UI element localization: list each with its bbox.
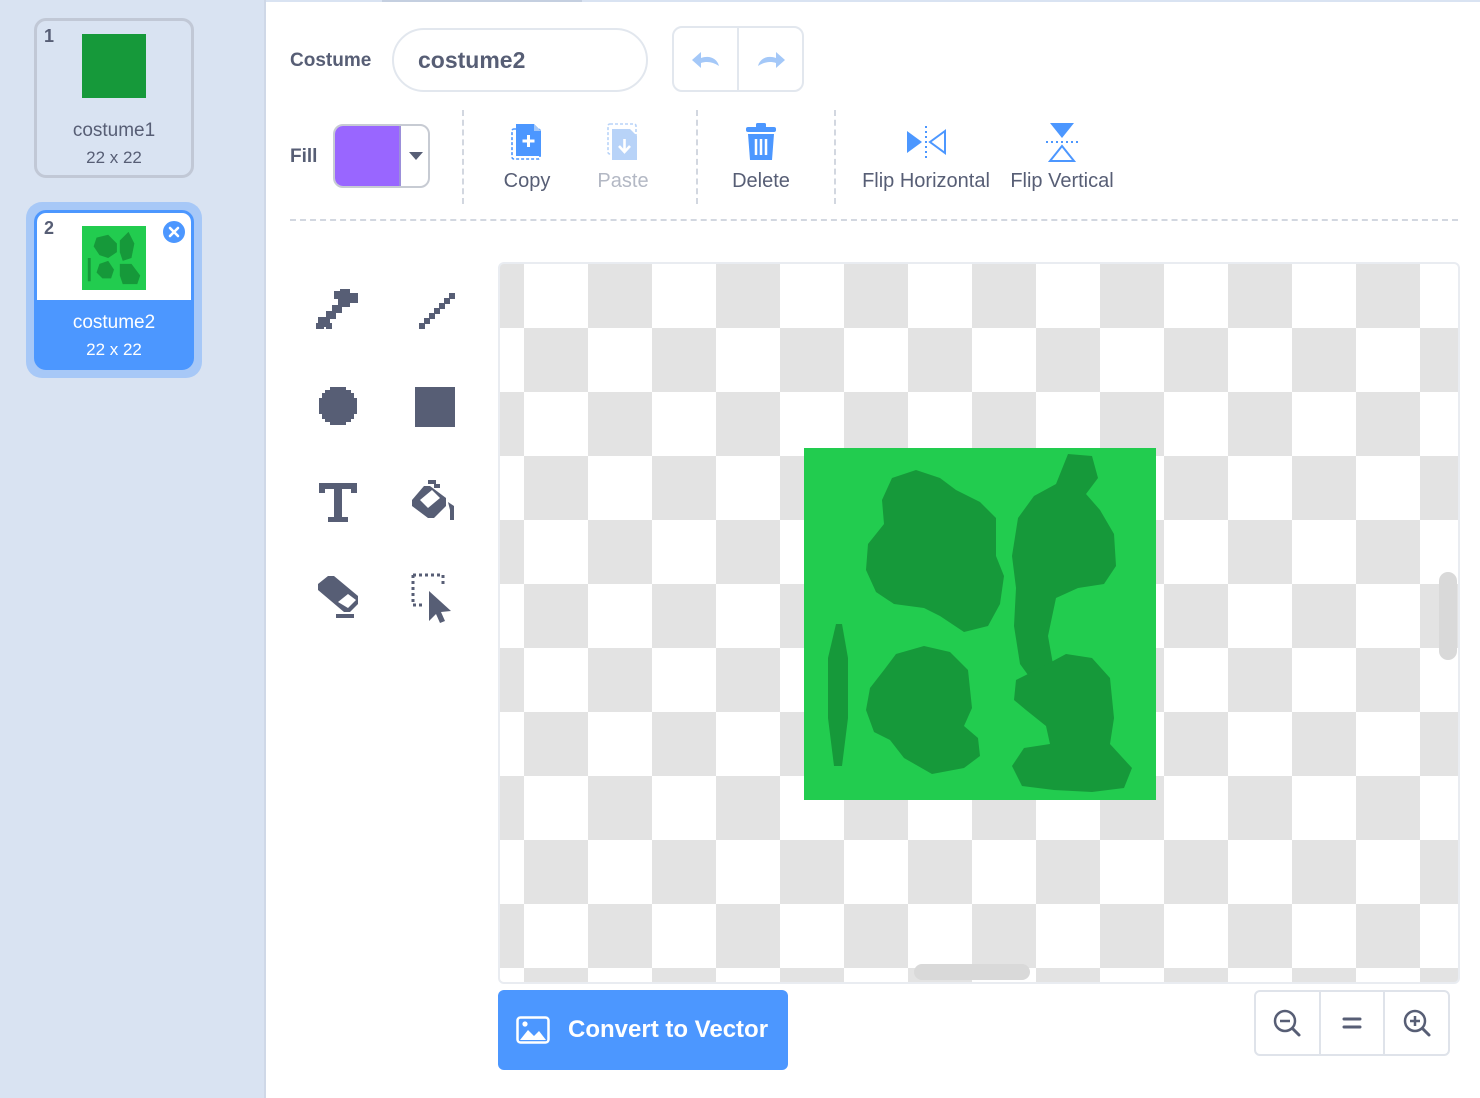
- eraser-icon: [318, 576, 358, 618]
- redo-icon: [757, 52, 785, 68]
- line-tool[interactable]: [404, 280, 464, 340]
- fill-color-swatch: [335, 126, 401, 186]
- flip-horizontal-label: Flip Horizontal: [862, 170, 990, 192]
- image-icon: [516, 1016, 550, 1044]
- fill-tool[interactable]: [404, 472, 464, 532]
- flip-horizontal-button[interactable]: Flip Horizontal: [862, 118, 990, 193]
- costume-number: 2: [44, 218, 55, 238]
- undo-button[interactable]: [674, 28, 737, 90]
- zoom-out-button[interactable]: [1256, 992, 1319, 1054]
- circle-icon: [319, 387, 357, 425]
- paste-label: Paste: [597, 170, 649, 192]
- costume-number: 1: [44, 26, 55, 46]
- paste-button[interactable]: Paste: [592, 118, 654, 193]
- redo-button[interactable]: [737, 28, 802, 90]
- paste-icon: [607, 123, 637, 160]
- costume-item-2[interactable]: 2 costume2 22 x 22: [34, 210, 194, 370]
- eraser-tool[interactable]: [308, 568, 368, 628]
- costume-name: costume2: [72, 312, 156, 333]
- divider: [462, 110, 464, 204]
- fill-label: Fill: [290, 146, 318, 167]
- flip-vertical-button[interactable]: Flip Vertical: [1010, 118, 1114, 193]
- trash-icon: [746, 123, 776, 160]
- zoom-out-icon: [1274, 1009, 1301, 1037]
- costume-name-input[interactable]: costume2: [392, 28, 648, 92]
- brush-icon: [316, 289, 358, 329]
- copy-icon: [511, 124, 541, 160]
- zoom-in-icon: [1403, 1009, 1431, 1037]
- costume-thumbnail: [82, 226, 146, 290]
- undo-icon: [691, 52, 719, 68]
- text-tool[interactable]: [308, 472, 368, 532]
- costume-thumbnail: [82, 34, 146, 98]
- flip-vertical-icon: [1046, 123, 1078, 162]
- divider: [834, 110, 836, 204]
- convert-label: Convert to Vector: [568, 1016, 769, 1043]
- divider: [696, 110, 698, 204]
- copy-button[interactable]: Copy: [496, 118, 558, 193]
- zoom-in-button[interactable]: [1383, 992, 1448, 1054]
- close-icon: [168, 226, 180, 238]
- text-icon: [319, 483, 357, 522]
- select-icon: [411, 573, 451, 623]
- delete-label: Delete: [732, 170, 790, 192]
- costume-label: Costume: [290, 50, 372, 71]
- equals-icon: [1342, 1017, 1362, 1029]
- paint-canvas[interactable]: [498, 262, 1460, 984]
- costume-size: 22 x 22: [86, 148, 142, 167]
- chevron-down-icon: [409, 152, 423, 160]
- rectangle-tool[interactable]: [404, 376, 464, 436]
- rectangle-icon: [415, 387, 455, 427]
- costume-item-1[interactable]: 1 costume1 22 x 22: [34, 18, 194, 178]
- horizontal-scrollbar[interactable]: [914, 964, 1030, 980]
- circle-tool[interactable]: [308, 376, 368, 436]
- vertical-scrollbar[interactable]: [1439, 572, 1457, 660]
- costume-name: costume1: [72, 120, 156, 141]
- flip-vertical-label: Flip Vertical: [1010, 170, 1114, 192]
- zoom-reset-button[interactable]: [1318, 992, 1384, 1054]
- fill-color-picker[interactable]: [333, 124, 430, 188]
- fill-icon: [412, 480, 454, 520]
- brush-tool[interactable]: [308, 280, 368, 340]
- delete-costume-button[interactable]: [161, 219, 187, 245]
- copy-label: Copy: [503, 170, 551, 192]
- line-icon: [419, 293, 455, 329]
- convert-to-vector-button[interactable]: Convert to Vector: [498, 990, 788, 1070]
- zoom-controls: [1254, 990, 1450, 1056]
- undo-redo-group: [672, 26, 804, 92]
- flip-horizontal-icon: [907, 126, 946, 158]
- costume-artwork: [804, 448, 1156, 800]
- delete-button[interactable]: Delete: [726, 118, 796, 193]
- costume-size: 22 x 22: [86, 340, 142, 359]
- select-tool[interactable]: [404, 568, 464, 628]
- toolbar-divider: [290, 219, 1458, 221]
